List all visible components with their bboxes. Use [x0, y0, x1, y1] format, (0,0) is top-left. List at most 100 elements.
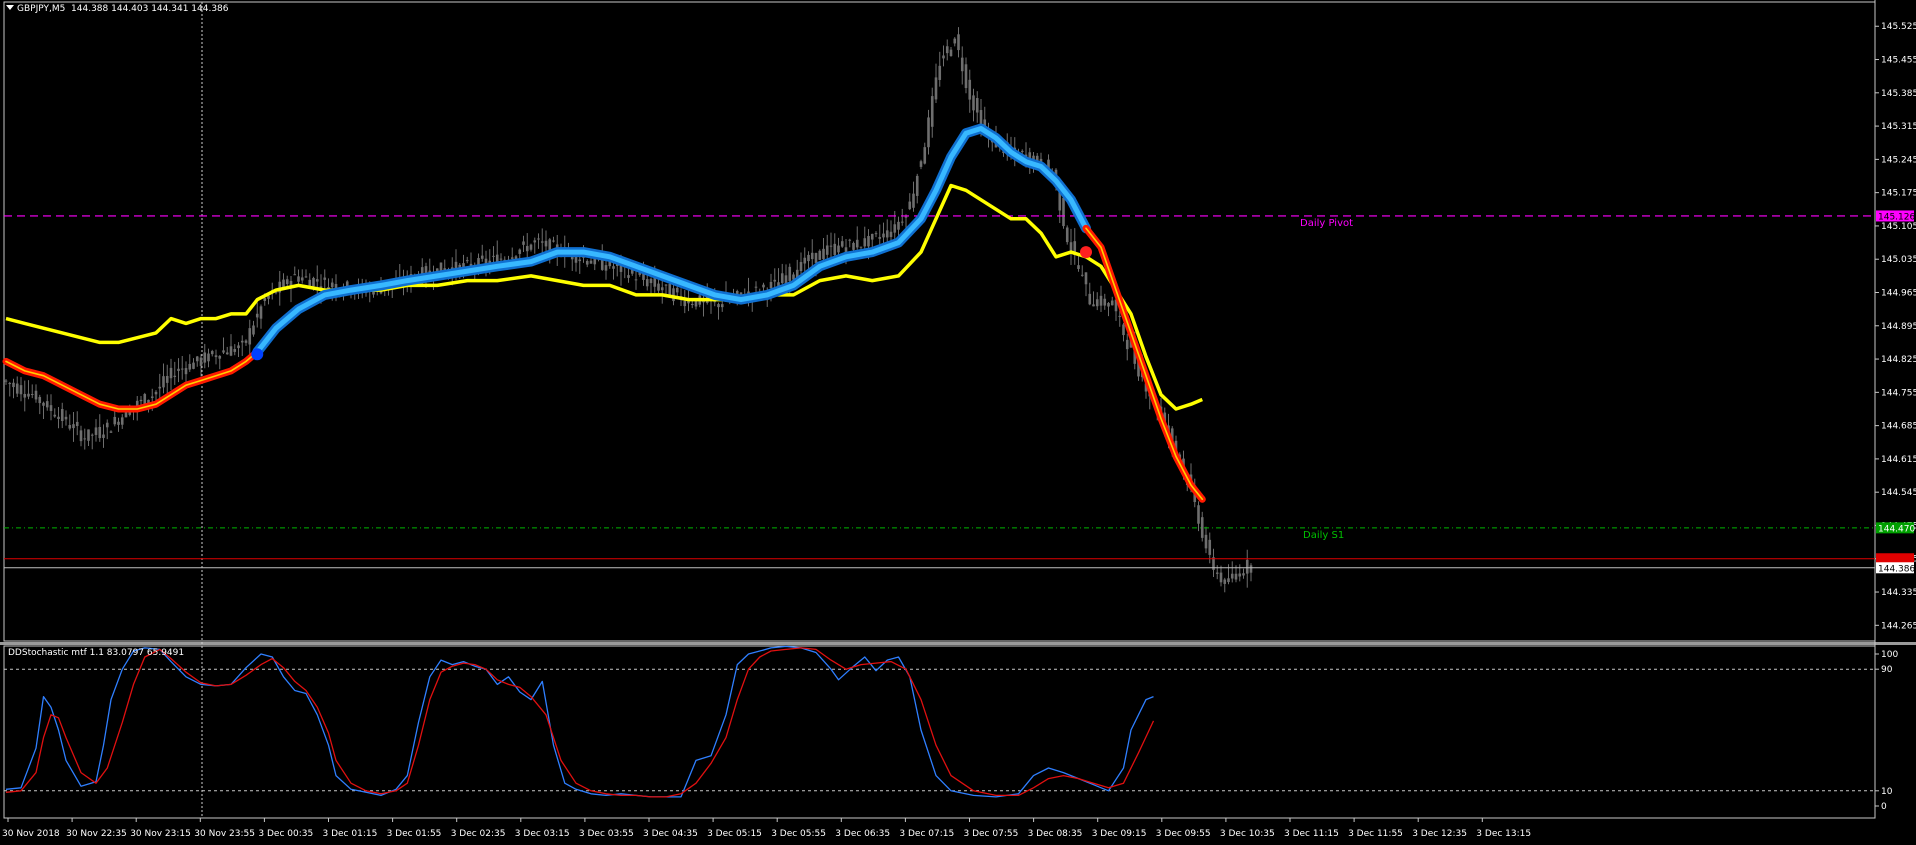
candle-body: [1062, 197, 1065, 227]
candle-body: [45, 401, 49, 408]
yellow-ma-line: [5, 183, 1203, 411]
candle-body: [833, 243, 837, 255]
s1-price-tag: 144.470: [1878, 524, 1915, 534]
candle-body: [207, 353, 210, 362]
candle-body: [945, 46, 949, 54]
chart-canvas[interactable]: Daily Pivot Daily S1 145.525 145.455 145.385…: [0, 0, 1916, 845]
candle-body: [8, 383, 12, 385]
indicator-label: DDStochastic mtf 1.1 83.0797 65.9491: [8, 648, 185, 658]
stoch-tick-label: 90: [1881, 665, 1893, 675]
candle-body: [825, 245, 829, 255]
daily-pivot-label: Daily Pivot: [1300, 218, 1353, 229]
dropdown-arrow-icon[interactable]: [6, 5, 14, 10]
candle-body: [960, 57, 964, 72]
candle-body: [769, 281, 773, 289]
time-tick-label: 3 Dec 05:55: [771, 829, 826, 839]
candle-body: [544, 240, 548, 247]
price-tick-label: 144.755: [1881, 388, 1916, 398]
candle-body: [68, 425, 72, 429]
candle-body: [818, 250, 822, 260]
chart-header: GBPJPY,M5 144.388 144.403 144.341 144.38…: [6, 4, 229, 14]
candle-body: [780, 273, 784, 283]
candle-body: [113, 416, 117, 425]
candle-body: [1084, 272, 1088, 285]
candle-body: [248, 328, 252, 345]
candle-body: [717, 304, 720, 308]
price-tick-label: 144.825: [1881, 355, 1916, 365]
candle-body: [863, 238, 867, 247]
time-tick-label: 30 Nov 23:15: [130, 829, 191, 839]
candle-body: [195, 356, 199, 362]
candle-body: [244, 340, 248, 343]
candle-body: [255, 313, 259, 318]
candle-body: [79, 430, 83, 442]
candle-body: [1107, 302, 1110, 307]
stoch-tick-label: 0: [1881, 802, 1887, 812]
candle-body: [38, 397, 42, 404]
candle-body: [900, 221, 904, 223]
candle-body: [585, 260, 589, 265]
price-tick-label: 144.335: [1881, 588, 1916, 598]
candle-body: [19, 385, 23, 395]
candle-body: [1234, 573, 1238, 580]
candle-body: [222, 350, 225, 353]
candle-body: [852, 242, 855, 250]
candle-body: [90, 434, 94, 436]
stoch-main-line: [5, 645, 1154, 798]
ohlc-label: 144.388 144.403 144.341 144.386: [71, 4, 229, 14]
candle-body: [259, 306, 263, 319]
candle-body: [927, 117, 930, 148]
candle-body: [893, 224, 897, 233]
candle-body: [814, 253, 818, 263]
candle-body: [1118, 315, 1122, 317]
candle-body: [934, 77, 938, 100]
time-tick-label: 3 Dec 07:15: [899, 829, 954, 839]
stoch-tick-label: 100: [1881, 650, 1898, 660]
candle-body: [98, 426, 102, 439]
time-tick-label: 3 Dec 02:35: [451, 829, 506, 839]
candle-body: [109, 431, 113, 433]
candle-body: [1204, 534, 1208, 549]
candle-body: [968, 79, 972, 100]
candle-body: [1095, 299, 1099, 307]
candle-body: [1242, 573, 1245, 576]
candle-body: [874, 233, 878, 235]
price-tick-label: 144.265: [1881, 621, 1916, 631]
price-tick-label: 145.035: [1881, 255, 1916, 265]
candle-body: [465, 260, 469, 262]
daily-s1-label: Daily S1: [1303, 530, 1344, 541]
candle-body: [480, 255, 484, 259]
time-tick-label: 3 Dec 05:15: [707, 829, 762, 839]
price-tick-label: 145.385: [1881, 89, 1916, 99]
candle-body: [645, 279, 649, 287]
candle-body: [83, 438, 87, 440]
price-tick-label: 145.245: [1881, 155, 1916, 165]
candle-body: [1020, 150, 1024, 152]
price-tick-label: 144.615: [1881, 455, 1916, 465]
candle-body: [762, 284, 765, 288]
red-signal-dot: [1080, 246, 1092, 259]
candle-body: [897, 221, 900, 230]
candle-body: [870, 233, 874, 240]
candle-body: [57, 416, 60, 420]
candle-body: [810, 252, 814, 260]
candle-body: [1092, 304, 1095, 307]
candle-body: [53, 414, 57, 417]
candle-body: [1088, 293, 1092, 305]
candle-body: [720, 304, 724, 308]
candle-body: [1227, 578, 1230, 583]
candle-body: [533, 240, 537, 243]
candle-body: [34, 390, 38, 400]
time-tick-label: 3 Dec 11:15: [1284, 829, 1339, 839]
candle-body: [15, 383, 19, 394]
candle-body: [964, 64, 968, 89]
candle-body: [214, 355, 218, 358]
candle-body: [912, 193, 915, 208]
price-tick-label: 145.455: [1881, 56, 1916, 66]
candle-body: [225, 352, 229, 355]
candle-body: [1219, 572, 1223, 583]
price-tick-label: 145.525: [1881, 22, 1916, 32]
candle-body: [664, 284, 668, 286]
candle-body: [1099, 295, 1103, 306]
price-tick-label: 144.965: [1881, 288, 1916, 298]
